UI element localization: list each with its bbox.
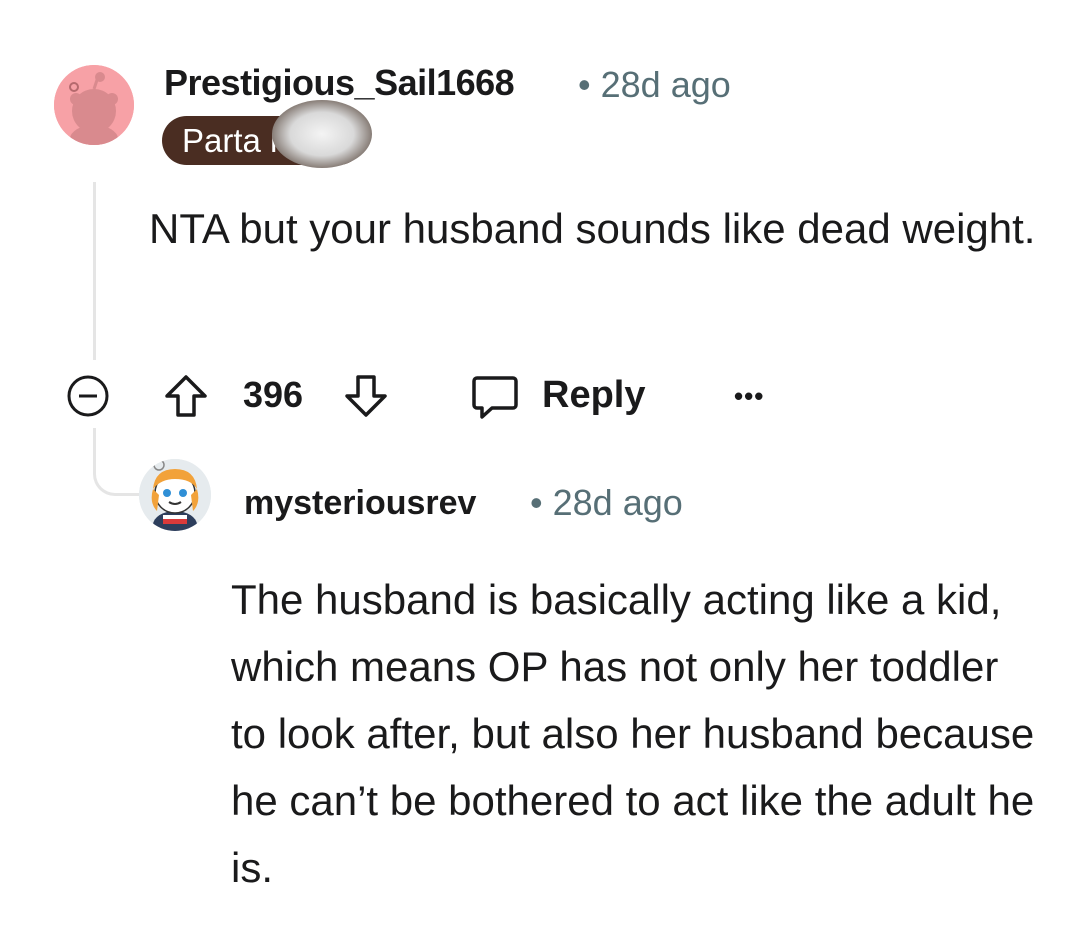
comment-author[interactable]: Prestigious_Sail1668: [164, 62, 515, 104]
comment-thread: Prestigious_Sail1668 • 28d ago Parta nt …: [0, 0, 1080, 934]
downvote-arrow-icon[interactable]: [342, 372, 390, 420]
user-avatar[interactable]: [54, 65, 134, 145]
upvote-arrow-icon[interactable]: [162, 372, 210, 420]
comment-body: NTA but your husband sounds like dead we…: [149, 205, 1036, 252]
comment-timestamp: • 28d ago: [578, 64, 731, 106]
meta-separator: •: [530, 482, 543, 523]
reply-button[interactable]: Reply: [470, 368, 670, 424]
more-options-icon[interactable]: •••: [734, 383, 774, 409]
snoo-avatar-orange-hair-icon: [139, 459, 211, 531]
thread-line[interactable]: [93, 182, 96, 360]
comment-bubble-icon: [470, 372, 520, 422]
comment-author[interactable]: mysteriousrev: [244, 484, 476, 523]
thread-line-reply-connector: [93, 428, 141, 496]
comment-body: The husband is basically acting like a k…: [231, 576, 1035, 891]
reply-label: Reply: [542, 374, 646, 416]
meta-separator: •: [578, 64, 591, 105]
user-avatar[interactable]: [139, 459, 211, 531]
comment-action-bar: 396 Reply •••: [66, 368, 806, 424]
snoo-avatar-pink-icon: [54, 65, 134, 145]
time-label: 28d ago: [552, 482, 683, 523]
vote-score: 396: [243, 374, 304, 415]
comment-timestamp: • 28d ago: [530, 482, 683, 524]
redaction-blur: [272, 100, 372, 168]
time-label: 28d ago: [600, 64, 731, 105]
collapse-minus-icon[interactable]: [66, 374, 110, 418]
